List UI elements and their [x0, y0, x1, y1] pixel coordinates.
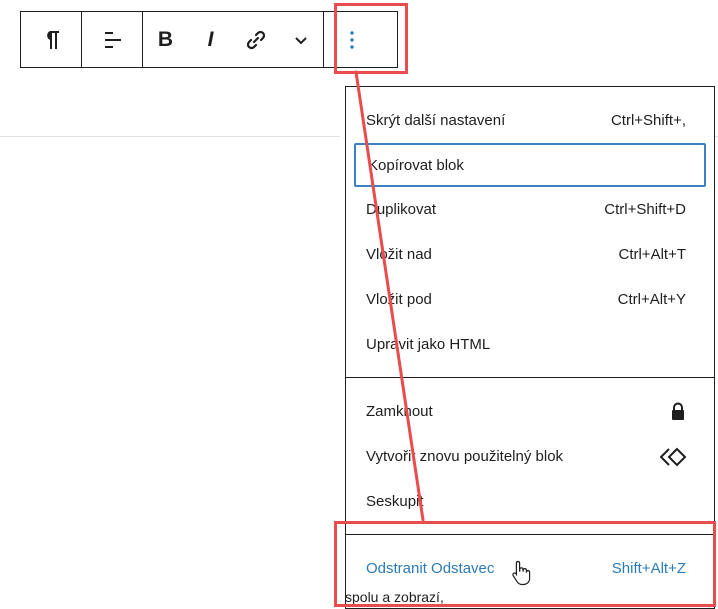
menu-item-lock[interactable]: Zamknout [346, 389, 714, 434]
menu-item-edit-html[interactable]: Upravit jako HTML [346, 322, 714, 367]
menu-item-label: Kopírovat blok [368, 156, 464, 174]
bold-button[interactable]: B [143, 12, 188, 67]
editor-divider-top [0, 136, 340, 137]
menu-item-label: Vložit pod [366, 291, 432, 308]
menu-item-shortcut: Ctrl+Shift+, [610, 112, 686, 129]
menu-item-label: Zamknout [366, 403, 433, 420]
menu-item-label: Vytvořit znovu použitelný blok [366, 448, 564, 465]
menu-item-label: Skrýt další nastavení [366, 112, 506, 129]
menu-item-label: Duplikovat [366, 201, 437, 218]
editor-text-fragment: spolu a zobrazí, [345, 591, 505, 609]
pilcrow-icon[interactable] [21, 12, 81, 67]
toolbar-group-options [324, 12, 380, 67]
more-vertical-icon[interactable] [324, 12, 380, 67]
chevron-down-icon[interactable] [278, 12, 323, 67]
menu-item-shortcut: Ctrl+Alt+T [618, 246, 686, 263]
menu-item-create-reusable[interactable]: Vytvořit znovu použitelný blok [346, 434, 714, 479]
menu-section-tools: Skrýt další nastavení Ctrl+Shift+, Kopír… [346, 87, 714, 378]
block-options-menu: Skrýt další nastavení Ctrl+Shift+, Kopír… [345, 86, 715, 609]
toolbar-group-type [21, 12, 82, 67]
italic-button[interactable]: I [188, 12, 233, 67]
hand-cursor-icon [512, 560, 532, 586]
block-toolbar: B I [20, 11, 398, 68]
menu-item-group[interactable]: Seskupit [346, 479, 714, 524]
menu-item-label: Upravit jako HTML [366, 336, 491, 353]
menu-item-label: Vložit nad [366, 246, 432, 263]
menu-item-hide-settings[interactable]: Skrýt další nastavení Ctrl+Shift+, [346, 98, 714, 143]
menu-item-shortcut: Ctrl+Shift+D [604, 201, 686, 218]
menu-section-manage: Zamknout Vytvořit znovu použitelný blok … [346, 378, 714, 535]
menu-item-insert-after[interactable]: Vložit pod Ctrl+Alt+Y [346, 277, 714, 322]
menu-item-label: Seskupit [366, 493, 424, 510]
align-left-icon[interactable] [82, 12, 142, 67]
menu-item-insert-before[interactable]: Vložit nad Ctrl+Alt+T [346, 232, 714, 277]
toolbar-group-format: B I [143, 12, 324, 67]
menu-item-duplicate[interactable]: Duplikovat Ctrl+Shift+D [346, 187, 714, 232]
menu-item-label: Odstranit Odstavec [366, 560, 495, 577]
reusable-block-icon [660, 447, 688, 467]
menu-item-copy-block[interactable]: Kopírovat blok [354, 143, 706, 187]
menu-item-shortcut: Shift+Alt+Z [611, 560, 686, 577]
toolbar-group-align [82, 12, 143, 67]
lock-icon [670, 402, 686, 422]
link-icon[interactable] [233, 12, 278, 67]
editor-text-line: spolu a zobrazí, [345, 591, 444, 605]
menu-item-shortcut: Ctrl+Alt+Y [617, 291, 686, 308]
